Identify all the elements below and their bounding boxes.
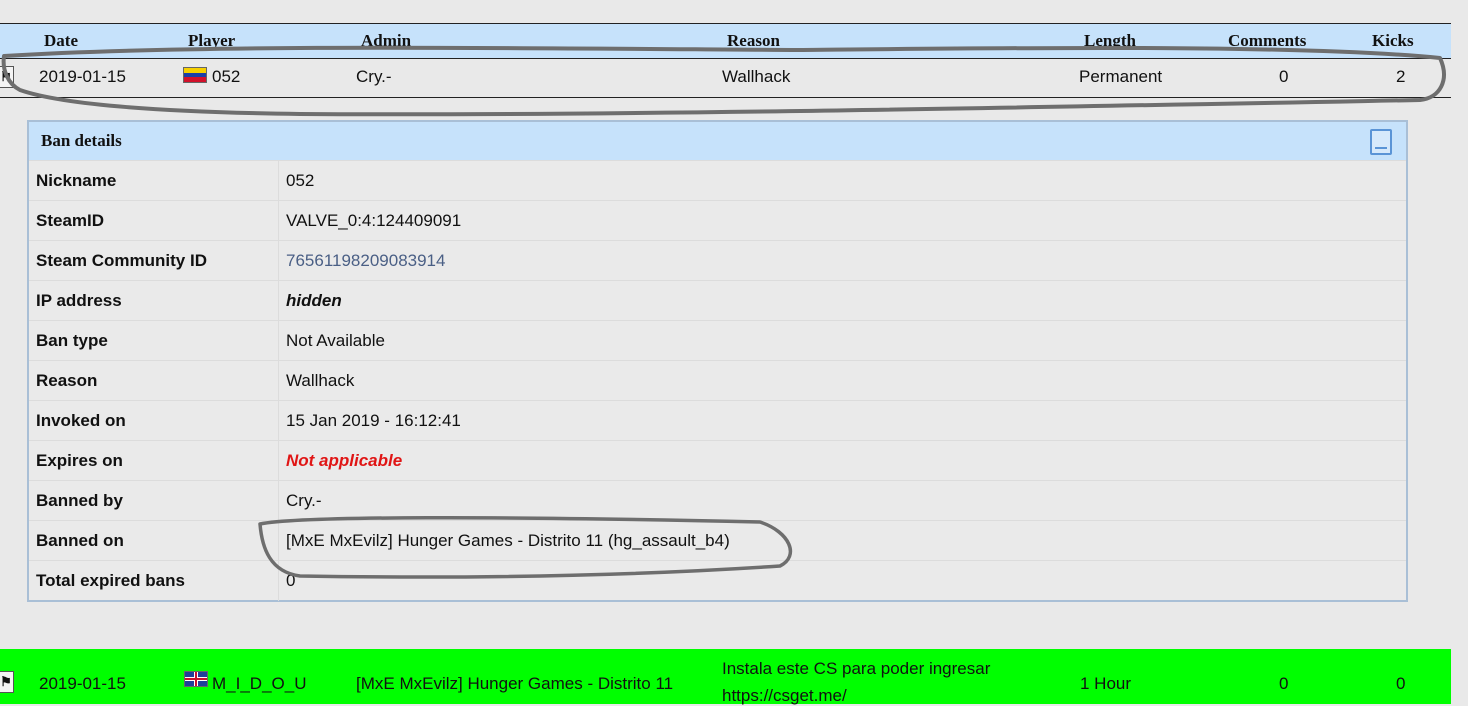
detail-label: Expires on [36, 451, 123, 470]
detail-value: Cry.- [286, 491, 322, 510]
ban-details-header: Ban details [29, 122, 1406, 160]
ban-reason-link[interactable]: https://csget.me/ [722, 686, 847, 706]
col-admin[interactable]: Admin [361, 31, 411, 51]
detail-value: [MxE MxEvilz] Hunger Games - Distrito 11… [286, 531, 730, 550]
detail-label: SteamID [36, 211, 105, 230]
ban-player: 052 [212, 67, 241, 86]
detail-value: VALVE_0:4:124409091 [286, 211, 462, 230]
ban-date: 2019-01-15 [39, 674, 126, 693]
game-mod-icon: ⚑ [0, 66, 14, 88]
detail-row-ip: IP address hidden [29, 280, 1406, 321]
detail-label: Steam Community ID [36, 251, 207, 270]
detail-value: Wallhack [286, 371, 355, 390]
detail-value: 15 Jan 2019 - 16:12:41 [286, 411, 461, 430]
detail-value: hidden [286, 291, 342, 310]
bans-table-header: Date Player Admin Reason Length Comments… [0, 23, 1451, 59]
detail-value: Not Available [286, 331, 385, 350]
col-comments[interactable]: Comments [1228, 31, 1306, 51]
ban-details-title: Ban details [41, 131, 122, 150]
venezuela-flag-icon [183, 67, 207, 83]
detail-row-steamid: SteamID VALVE_0:4:124409091 [29, 200, 1406, 241]
detail-row-reason: Reason Wallhack [29, 360, 1406, 401]
detail-label: Banned by [36, 491, 123, 510]
detail-label: Banned on [36, 531, 124, 550]
ban-player: M_I_D_O_U [212, 674, 307, 693]
ban-row[interactable]: ⚑ 2019-01-15 052 Cry.- Wallhack Permanen… [0, 58, 1451, 98]
detail-value: 052 [286, 171, 315, 190]
detail-label: Total expired bans [36, 571, 185, 590]
col-date[interactable]: Date [44, 31, 78, 51]
ban-details-panel: Ban details Nickname 052 SteamID VALVE_0… [27, 120, 1408, 602]
ban-admin: [MxE MxEvilz] Hunger Games - Distrito 11 [356, 674, 674, 693]
ban-kicks: 0 [1396, 674, 1406, 693]
detail-row-expires: Expires on Not applicable [29, 440, 1406, 481]
col-length[interactable]: Length [1084, 31, 1136, 51]
detail-label: Ban type [36, 331, 108, 350]
ban-row-next[interactable]: ⚑ 2019-01-15 M_I_D_O_U [MxE MxEvilz] Hun… [0, 649, 1451, 706]
steam-community-link[interactable]: 76561198209083914 [286, 251, 445, 271]
detail-label: Nickname [36, 171, 117, 190]
col-player[interactable]: Player [188, 31, 235, 51]
detail-label: IP address [36, 291, 122, 310]
detail-row-banned-by: Banned by Cry.- [29, 480, 1406, 521]
ban-comments: 0 [1279, 674, 1289, 693]
ban-kicks: 2 [1396, 67, 1406, 86]
ban-date: 2019-01-15 [39, 67, 126, 86]
ban-comments: 0 [1279, 67, 1289, 86]
detail-label: Reason [36, 371, 98, 390]
ban-reason-line1: Instala este CS para poder ingresar [722, 659, 991, 678]
document-icon[interactable] [1370, 129, 1392, 155]
uk-flag-icon [184, 671, 208, 687]
detail-row-invoked: Invoked on 15 Jan 2019 - 16:12:41 [29, 400, 1406, 441]
ban-admin: Cry.- [356, 67, 392, 86]
detail-row-expired-bans: Total expired bans 0 [29, 560, 1406, 601]
col-kicks[interactable]: Kicks [1372, 31, 1414, 51]
detail-row-banned-on: Banned on [MxE MxEvilz] Hunger Games - D… [29, 520, 1406, 561]
game-mod-icon: ⚑ [0, 671, 14, 693]
detail-value: Not applicable [286, 451, 403, 470]
detail-row-community-id: Steam Community ID 76561198209083914 [29, 240, 1406, 281]
ban-reason: Wallhack [722, 67, 791, 86]
detail-row-ban-type: Ban type Not Available [29, 320, 1406, 361]
col-reason[interactable]: Reason [727, 31, 780, 51]
detail-value: 0 [286, 571, 296, 590]
detail-row-nickname: Nickname 052 [29, 160, 1406, 201]
detail-label: Invoked on [36, 411, 126, 430]
ban-length: 1 Hour [1080, 674, 1132, 693]
ban-length: Permanent [1079, 67, 1163, 86]
